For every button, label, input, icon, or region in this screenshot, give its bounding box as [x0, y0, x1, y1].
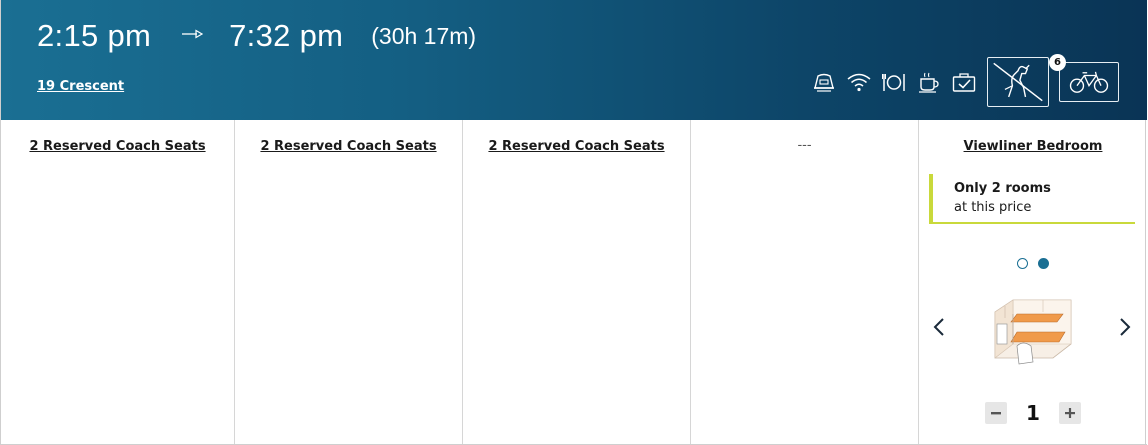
trip-times: 2:15 pm 7:32 pm (30h 17m)	[37, 18, 476, 54]
decrease-button[interactable]	[985, 402, 1007, 424]
fare-columns: 2 Reserved Coach Seats 2 Reserved Coach …	[1, 120, 1147, 445]
checked-baggage-icon[interactable]	[949, 67, 979, 97]
availability-alert: Only 2 rooms at this price	[929, 174, 1135, 224]
chevron-right-icon[interactable]	[1115, 316, 1135, 338]
fare-column: ---	[691, 120, 919, 444]
cafe-car-icon[interactable]	[809, 67, 839, 97]
arrow-right-icon	[182, 29, 204, 39]
carousel-dot-active[interactable]	[1038, 258, 1049, 269]
train-name-link[interactable]: 19 Crescent	[37, 79, 124, 94]
fare-option-link[interactable]: 2 Reserved Coach Seats	[463, 139, 690, 154]
fare-column: 2 Reserved Coach Seats	[463, 120, 691, 444]
bicycle-icon[interactable]: 6	[1049, 54, 1119, 102]
dining-icon[interactable]	[879, 67, 909, 97]
quantity-stepper: 1	[985, 398, 1081, 428]
fare-option-link[interactable]: 2 Reserved Coach Seats	[235, 139, 462, 154]
alert-subtext: at this price	[954, 200, 1032, 215]
arrival-time: 7:32 pm	[229, 18, 344, 53]
trip-duration: (30h 17m)	[371, 23, 477, 49]
carousel-dots	[919, 258, 1147, 269]
carousel-dot[interactable]	[1017, 258, 1028, 269]
bedroom-illustration	[994, 299, 1072, 365]
alert-headline: Only 2 rooms	[954, 181, 1051, 196]
fare-unavailable: ---	[797, 138, 812, 153]
fare-column: 2 Reserved Coach Seats	[235, 120, 463, 444]
departure-time: 2:15 pm	[37, 18, 152, 53]
train-result-card: 2:15 pm 7:32 pm (30h 17m) 19 Crescent 6 …	[0, 0, 1147, 445]
quantity-value: 1	[1026, 401, 1040, 425]
fare-option-link[interactable]: 2 Reserved Coach Seats	[1, 139, 234, 154]
amenities-list: 6	[804, 54, 1147, 108]
fare-option-link[interactable]: Viewliner Bedroom	[919, 139, 1147, 154]
fare-column-bedroom: Viewliner Bedroom Only 2 rooms at this p…	[919, 120, 1147, 444]
minus-icon	[991, 412, 1001, 415]
no-pets-icon[interactable]	[987, 57, 1049, 107]
wifi-icon[interactable]	[844, 67, 874, 97]
coffee-icon[interactable]	[914, 67, 944, 97]
trip-header: 2:15 pm 7:32 pm (30h 17m) 19 Crescent 6	[1, 0, 1147, 120]
bike-count-badge: 6	[1049, 54, 1066, 71]
plus-icon	[1064, 408, 1075, 418]
fare-column: 2 Reserved Coach Seats	[1, 120, 235, 444]
increase-button[interactable]	[1058, 402, 1081, 424]
chevron-left-icon[interactable]	[929, 316, 949, 338]
